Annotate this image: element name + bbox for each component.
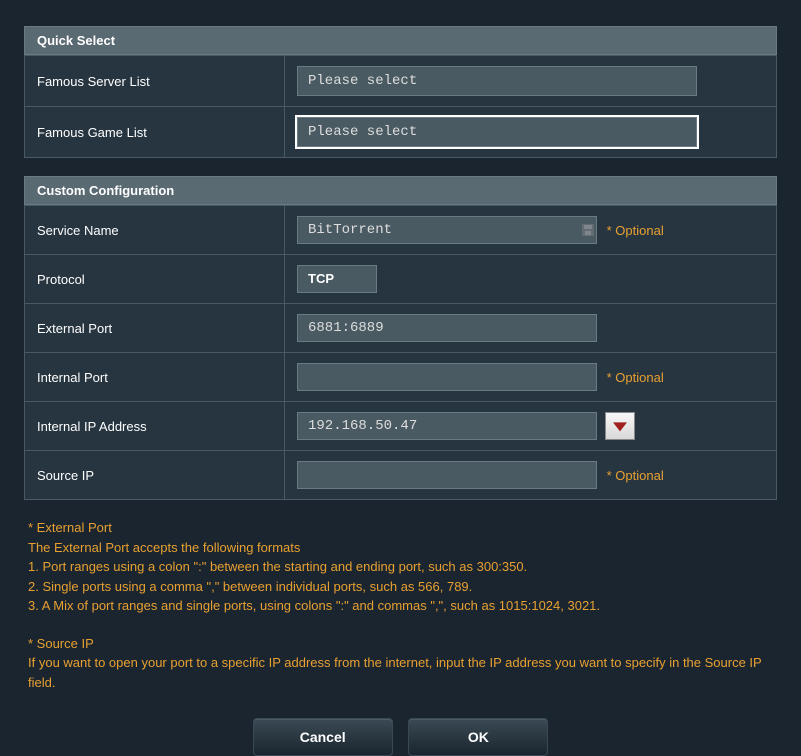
internal-port-label: Internal Port — [25, 353, 285, 402]
help-ext-line2: 2. Single ports using a comma "," betwee… — [28, 577, 773, 597]
help-ext-title: * External Port — [28, 518, 773, 538]
custom-config-header: Custom Configuration — [24, 176, 777, 205]
external-port-label: External Port — [25, 304, 285, 353]
famous-game-list-label: Famous Game List — [25, 107, 285, 158]
internal-ip-label: Internal IP Address — [25, 402, 285, 451]
internal-port-input[interactable] — [297, 363, 597, 391]
famous-game-list-select[interactable]: Please select — [297, 117, 697, 147]
quick-select-table: Famous Server List Please select Famous … — [24, 55, 777, 158]
quick-select-header: Quick Select — [24, 26, 777, 55]
help-src-body: If you want to open your port to a speci… — [28, 653, 773, 692]
service-name-wrap — [297, 216, 597, 244]
internal-port-optional: * Optional — [607, 370, 664, 385]
ok-button[interactable]: OK — [408, 718, 548, 756]
internal-ip-input[interactable] — [297, 412, 597, 440]
protocol-label: Protocol — [25, 255, 285, 304]
custom-config-table: Service Name * Optional Protocol TCP Ext… — [24, 205, 777, 500]
source-ip-optional: * Optional — [607, 468, 664, 483]
save-icon — [580, 222, 596, 238]
famous-server-list-select[interactable]: Please select — [297, 66, 697, 96]
service-name-input[interactable] — [298, 222, 578, 238]
internal-ip-dropdown-button[interactable] — [605, 412, 635, 440]
service-name-label: Service Name — [25, 206, 285, 255]
protocol-select[interactable]: TCP — [297, 265, 377, 293]
help-text: * External Port The External Port accept… — [28, 518, 773, 692]
help-src-title: * Source IP — [28, 634, 773, 654]
source-ip-input[interactable] — [297, 461, 597, 489]
help-ext-intro: The External Port accepts the following … — [28, 538, 773, 558]
source-ip-label: Source IP — [25, 451, 285, 500]
cancel-button[interactable]: Cancel — [253, 718, 393, 756]
button-row: Cancel OK — [24, 718, 777, 756]
famous-server-list-label: Famous Server List — [25, 56, 285, 107]
help-ext-line3: 3. A Mix of port ranges and single ports… — [28, 596, 773, 616]
help-ext-line1: 1. Port ranges using a colon ":" between… — [28, 557, 773, 577]
service-name-optional: * Optional — [607, 223, 664, 238]
external-port-input[interactable] — [297, 314, 597, 342]
